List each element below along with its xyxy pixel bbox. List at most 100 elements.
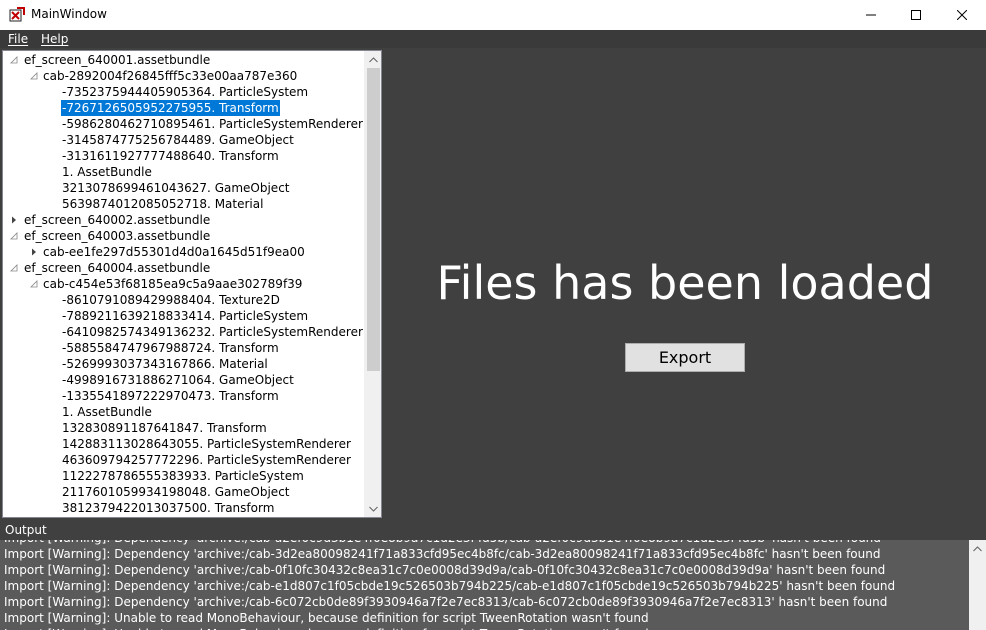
- tree-item-label: ef_screen_640004.assetbundle: [24, 261, 211, 275]
- tree-item-label: cab-c454e53f68185ea9c5a9aae302789f39: [43, 277, 303, 291]
- tree-expanded-icon[interactable]: [29, 276, 39, 292]
- log-line: Import [Warning]: Dependency 'archive:/c…: [4, 547, 881, 561]
- tree-item-label: ef_screen_640003.assetbundle: [24, 229, 211, 243]
- close-button[interactable]: [939, 0, 985, 30]
- tree-item-label: -8610791089429988404. Texture2D: [62, 293, 280, 307]
- app-icon: [9, 7, 25, 22]
- tree-item[interactable]: cab-ee1fe297d55301d4d0a1645d51f9ea00: [3, 244, 365, 260]
- minimize-icon: [866, 14, 876, 16]
- tree-item-label: -3131611927777488640. Transform: [62, 149, 279, 163]
- scroll-down-button[interactable]: [365, 500, 381, 517]
- log-line: Import [Warning]: Unable to read MonoBeh…: [4, 611, 649, 625]
- tree-item[interactable]: 5639874012085052718. Material: [3, 196, 365, 212]
- tree-item[interactable]: 3812379422013037500. Transform: [3, 500, 365, 516]
- tree-item[interactable]: cab-2892004f26845fff5c33e00aa787e360: [3, 68, 365, 84]
- tree-item[interactable]: 1122278786555383933. ParticleSystem: [3, 468, 365, 484]
- tree-item-label: -5269993037343167866. Material: [62, 357, 268, 371]
- tree-item[interactable]: -3145874775256784489. GameObject: [3, 132, 365, 148]
- tree-item-label: -4998916731886271064. GameObject: [62, 373, 294, 387]
- tree-item-label: cab-2892004f26845fff5c33e00aa787e360: [43, 69, 298, 83]
- tree-item[interactable]: cab-c454e53f68185ea9c5a9aae302789f39: [3, 276, 365, 292]
- tree-item-label: -7889211639218833414. ParticleSystem: [62, 309, 309, 323]
- log-line: Import [Warning]: Dependency 'archive:/c…: [4, 579, 896, 593]
- output-title: Output: [5, 523, 47, 537]
- tree-item-label: 3812379422013037500. Transform: [62, 501, 275, 515]
- log-line: Import [Warning]: Unable to read MonoBeh…: [4, 626, 964, 630]
- output-scrollbar[interactable]: [969, 540, 986, 630]
- export-button[interactable]: Export: [625, 343, 745, 372]
- output-header: Output: [0, 520, 986, 540]
- menu-help[interactable]: Help: [41, 32, 68, 46]
- tree-item-label: 1428831130286430​55. ParticleSystemRende…: [62, 437, 351, 451]
- tree-item-label: ef_screen_640002.assetbundle: [24, 213, 211, 227]
- window-title: MainWindow: [31, 7, 107, 21]
- tree-item[interactable]: ef_screen_640003.assetbundle: [3, 228, 365, 244]
- tree-item[interactable]: -8610791089429988404. Texture2D: [3, 292, 365, 308]
- tree-item[interactable]: 3213078699461043627. GameObject: [3, 180, 365, 196]
- scroll-up-button[interactable]: [365, 51, 381, 68]
- tree-item[interactable]: -5269993037343167866. Material: [3, 356, 365, 372]
- tree-expanded-icon[interactable]: [29, 68, 39, 84]
- tree-item-label: 1328308911876418​47. Transform: [62, 421, 267, 435]
- close-icon: [957, 10, 967, 20]
- maximize-button[interactable]: [893, 0, 939, 30]
- tree-item-label: -3145874775256784489. GameObject: [62, 133, 294, 147]
- minimize-button[interactable]: [848, 0, 894, 30]
- chevron-up-icon: [973, 545, 982, 551]
- tree-expanded-icon[interactable]: [9, 260, 19, 276]
- tree-item[interactable]: 1. AssetBundle: [3, 404, 365, 420]
- tree-item[interactable]: 1428831130286430​55. ParticleSystemRende…: [3, 436, 365, 452]
- chevron-down-icon: [369, 506, 378, 512]
- tree-item-label: -5986280462710895461. ParticleSystemRend…: [62, 117, 363, 131]
- tree-expanded-icon[interactable]: [9, 228, 19, 244]
- tree-item[interactable]: -5986280462710895461. ParticleSystemRend…: [3, 116, 365, 132]
- tree-item-label: cab-ee1fe297d55301d4d0a1645d51f9ea00: [43, 245, 305, 259]
- tree-item[interactable]: ef_screen_640001.assetbundle: [3, 52, 365, 68]
- menu-file[interactable]: File: [8, 32, 28, 46]
- tree-scrollbar[interactable]: [364, 51, 381, 517]
- main-area: ef_screen_640001.assetbundle cab-2892004f…: [0, 48, 986, 520]
- tree-item-label: -1335541897222970473. Transform: [62, 389, 279, 403]
- maximize-icon: [911, 10, 921, 20]
- output-lines: Import [Warning]: Dependency 'archive:/c…: [4, 540, 964, 630]
- tree-item-label: -7267126505952275955. Transform: [61, 100, 280, 116]
- output-scroll-up-button[interactable]: [969, 540, 986, 557]
- tree-item[interactable]: -3131611927777488640. Transform: [3, 148, 365, 164]
- menu-bar: File Help: [0, 30, 986, 48]
- tree-item-label: 4636097942577722​96. ParticleSystemRende…: [62, 453, 351, 467]
- tree-item[interactable]: -1335541897222970473. Transform: [3, 388, 365, 404]
- tree-item-label: ef_screen_640001.assetbundle: [24, 53, 211, 67]
- tree-item-label: 5639874012085052718. Material: [62, 197, 264, 211]
- tree-item-label: 1. AssetBundle: [62, 405, 152, 419]
- tree-item[interactable]: -4998916731886271064. GameObject: [3, 372, 365, 388]
- tree-item-label: -6410982574349136232. ParticleSystemRend…: [62, 325, 363, 339]
- tree-item[interactable]: -6410982574349136232. ParticleSystemRend…: [3, 324, 365, 340]
- tree-item[interactable]: 4636097942577722​96. ParticleSystemRende…: [3, 452, 365, 468]
- tree-item-label: 3213078699461043627. GameObject: [62, 181, 290, 195]
- tree-item[interactable]: -7352375944405905364. ParticleSystem: [3, 84, 365, 100]
- tree-item-label: 1. AssetBundle: [62, 165, 152, 179]
- status-message: Files has been loaded: [436, 256, 934, 310]
- tree-item-label: -7352375944405905364. ParticleSystem: [62, 85, 309, 99]
- tree-item[interactable]: ef_screen_640002.assetbundle: [3, 212, 365, 228]
- scroll-thumb[interactable]: [367, 68, 380, 371]
- tree-content: ef_screen_640001.assetbundle cab-2892004f…: [3, 52, 365, 516]
- tree-item[interactable]: -7267126505952275955. Transform: [3, 100, 365, 116]
- tree-item[interactable]: ef_screen_640004.assetbundle: [3, 260, 365, 276]
- tree-item[interactable]: 2117601059934198048. GameObject: [3, 484, 365, 500]
- chevron-up-icon: [369, 56, 378, 62]
- tree-item-label: 1122278786555383933. ParticleSystem: [62, 469, 304, 483]
- tree-item[interactable]: -5885584747967988724. Transform: [3, 340, 365, 356]
- output-log[interactable]: Import [Warning]: Dependency 'archive:/c…: [0, 540, 986, 630]
- tree-collapsed-icon[interactable]: [29, 244, 39, 260]
- tree-item[interactable]: 1. AssetBundle: [3, 164, 365, 180]
- title-bar: MainWindow: [0, 0, 986, 30]
- asset-tree[interactable]: ef_screen_640001.assetbundle cab-2892004f…: [2, 50, 382, 518]
- tree-collapsed-icon[interactable]: [9, 212, 19, 228]
- tree-item-label: -5885584747967988724. Transform: [62, 341, 279, 355]
- tree-expanded-icon[interactable]: [9, 52, 19, 68]
- tree-item[interactable]: 1328308911876418​47. Transform: [3, 420, 365, 436]
- tree-item[interactable]: -7889211639218833414. ParticleSystem: [3, 308, 365, 324]
- tree-item-label: 2117601059934198048. GameObject: [62, 485, 290, 499]
- log-line: Import [Warning]: Dependency 'archive:/c…: [4, 595, 888, 609]
